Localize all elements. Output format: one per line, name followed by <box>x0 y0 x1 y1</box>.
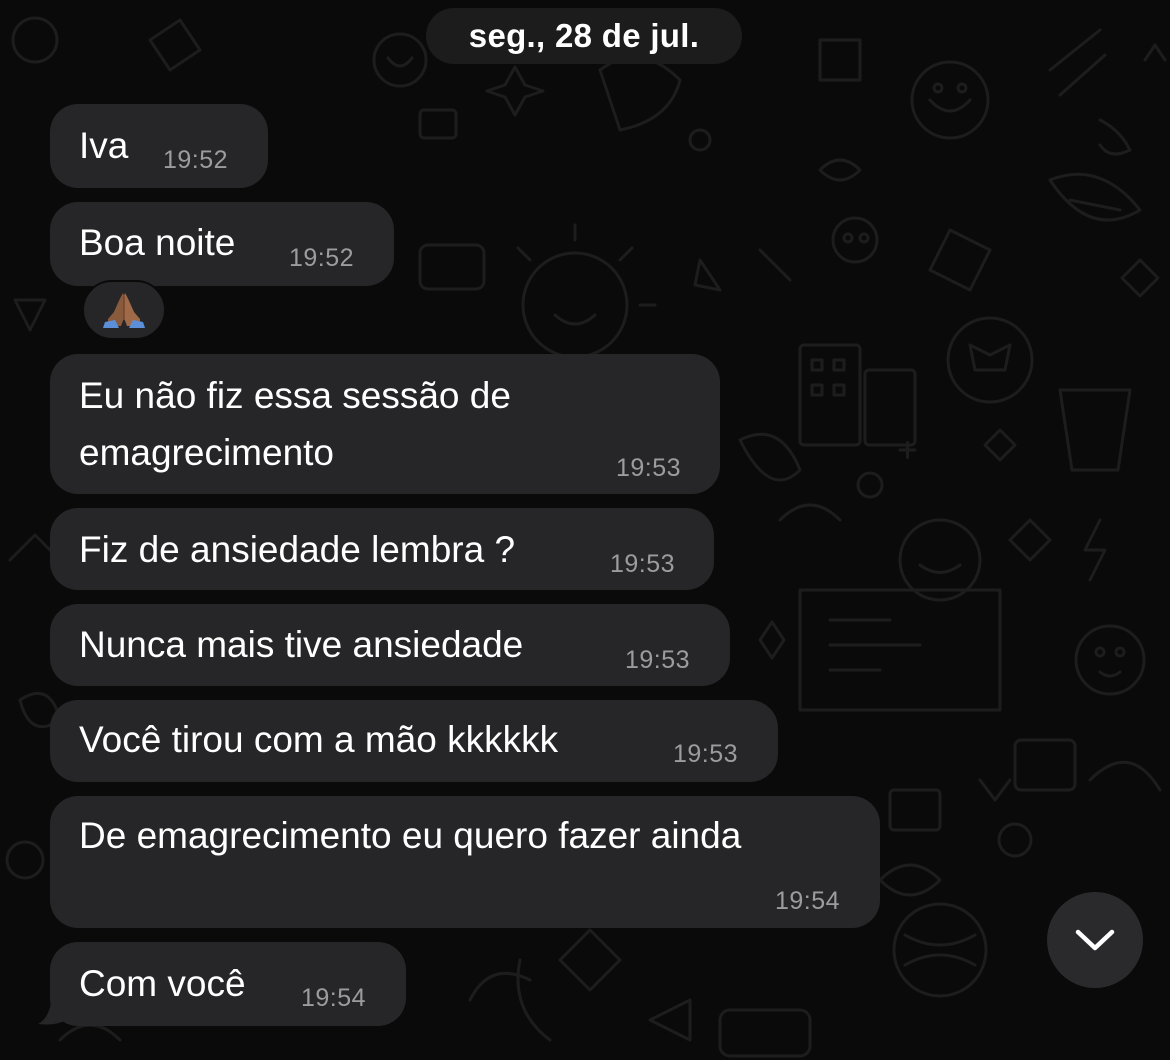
message-timestamp: 19:53 <box>610 550 676 578</box>
message-bubble[interactable]: Fiz de ansiedade lembra ? 19:53 <box>50 508 714 590</box>
folded-hands-emoji <box>103 293 145 328</box>
message-text: Nunca mais tive ansiedade <box>79 624 524 665</box>
message-bubble[interactable]: Com você 19:54 <box>50 942 406 1026</box>
message-bubble[interactable]: Iva 19:52 <box>50 104 268 188</box>
message-text-line: Eu não fiz essa sessão de <box>79 375 511 416</box>
message-text: Com você <box>79 963 246 1004</box>
message-text: Fiz de ansiedade lembra ? <box>79 529 516 570</box>
message-timestamp: 19:53 <box>625 646 691 674</box>
message-timestamp: 19:53 <box>616 454 682 482</box>
chat-view[interactable]: seg., 28 de jul. Iva 19:52 Boa noite 19:… <box>0 0 1170 1060</box>
message-text: Boa noite <box>79 222 236 263</box>
message-bubble[interactable]: Você tirou com a mão kkkkkk 19:53 <box>50 700 778 782</box>
message-timestamp: 19:52 <box>163 146 229 174</box>
scroll-to-bottom-button[interactable] <box>1047 892 1143 988</box>
message-text: De emagrecimento eu quero fazer ainda <box>79 815 742 856</box>
message-reaction[interactable] <box>82 280 166 340</box>
chevron-down-icon <box>1075 929 1115 951</box>
message-text: Você tirou com a mão kkkkkk <box>79 719 559 760</box>
message-bubble[interactable]: Boa noite 19:52 <box>50 202 394 286</box>
message-timestamp: 19:54 <box>301 984 367 1012</box>
message-text: Iva <box>79 125 129 166</box>
message-bubble[interactable]: De emagrecimento eu quero fazer ainda 19… <box>50 796 880 928</box>
message-bubble[interactable]: Nunca mais tive ansiedade 19:53 <box>50 604 730 686</box>
message-timestamp: 19:54 <box>775 887 841 915</box>
message-text-line: emagrecimento <box>79 432 335 473</box>
date-separator: seg., 28 de jul. <box>426 8 742 64</box>
message-timestamp: 19:53 <box>673 740 739 768</box>
message-timestamp: 19:52 <box>289 244 355 272</box>
message-bubble[interactable]: Eu não fiz essa sessão de emagrecimento … <box>50 354 720 494</box>
